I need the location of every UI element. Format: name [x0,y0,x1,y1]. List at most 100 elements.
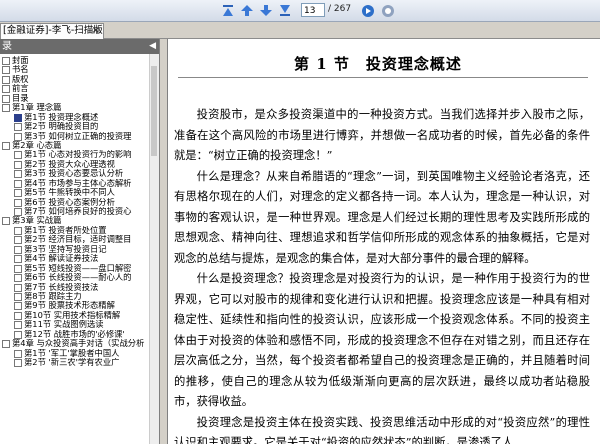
toc-item-icon [14,160,22,169]
toc-item-label: 第2节 投资大众心理透视 [24,159,115,169]
toc-item[interactable]: 版权 [0,75,150,84]
go-page-icon[interactable] [360,3,376,18]
toc-item[interactable]: 第3章 实战篇 [0,216,150,226]
page-body: 投资股市，是众多投资渠道中的一种投资方式。当我们选择并步入股市之际，准备在这个高… [174,105,590,444]
toc-item[interactable]: 第9节 股票技术形态精解 [0,301,150,311]
previous-page-icon[interactable] [239,3,255,18]
body-paragraph: 投资股市，是众多投资渠道中的一种投资方式。当我们选择并步入股市之际，准备在这个高… [174,108,590,162]
toc-item-icon [14,283,22,292]
toc-item[interactable]: 第1节 '军工'掌股者中国人 [0,349,150,358]
toc-item-label: 书名 [12,65,29,75]
document-tab-bar: [金融证券]-李飞-扫描版 × [0,22,600,39]
document-tab[interactable]: [金融证券]-李飞-扫描版 × [0,23,104,39]
toc-item-label: 第2节 明确投资目的 [24,122,99,132]
sidebar-splitter[interactable] [160,39,168,444]
collapse-sidebar-icon[interactable]: ◀ [149,39,156,54]
toc-item-label: 封面 [12,56,29,65]
toc-item-icon [14,302,22,311]
toc-item[interactable]: 第2节 明确投资目的 [0,122,150,132]
toc-sidebar: 录 ◀ 封面 书名 版权 前言 目录 第1章 理念篇 第1节 投资理念概述 第2节 明确投资目… [0,39,160,444]
toc-item-icon [14,113,22,122]
toc-item[interactable]: 第3节 如何树立正确的投资理 [0,132,150,141]
toc-item-icon [14,151,22,160]
toc-item[interactable]: 第7节 如何培养良好的投资心 [0,207,150,216]
page-total-label: / 267 [328,4,352,14]
toc-item-icon [14,321,22,330]
toc-item[interactable]: 第4节 解读证券技法 [0,254,150,264]
toc-item-label: 第9节 股票技术形态精解 [24,301,115,311]
toc-item-icon [14,170,22,179]
toc-item[interactable]: 第1节 投资者所处位置 [0,226,150,235]
toc-item-label: 第3节 投资心态要忌认分析 [24,169,124,179]
body-paragraph: 什么是投资理念？投资理念是对投资行为的认识，是一种作用于投资行为的世界观，它可以… [174,272,590,408]
toc-item[interactable]: 第2节 经济目标，适时调整目 [0,235,150,245]
toc-item[interactable]: 第10节 实用技术指标精解 [0,311,150,320]
toc-item[interactable]: 前言 [0,84,150,94]
toc-item-icon [14,349,22,358]
toc-item[interactable]: 第11节 实战图例选读 [0,320,150,330]
toc-item-label: 第3章 实战篇 [12,216,62,226]
toc-item[interactable]: 第1章 理念篇 [0,103,150,113]
body-paragraph: 什么是理念？从来自希腊语的“理念”一词，到英国唯物主义经验论者洛克，还有思格尔现… [174,169,590,265]
last-page-icon[interactable] [277,3,293,18]
toc-item[interactable]: 第4节 市场参与主体心态解析 [0,179,150,188]
toc-item[interactable]: 第2章 心态篇 [0,141,150,150]
toc-item[interactable]: 第5节 短线投资——盘口解密 [0,264,150,273]
toc-item-icon [2,104,10,113]
toc-item-icon [14,226,22,235]
toc-item-icon [14,208,22,216]
toc-item-icon [14,198,22,207]
zoom-icon[interactable] [380,3,396,18]
next-page-icon[interactable] [258,3,274,18]
navigation-toolbar: 13 / 267 [0,0,600,22]
toc-item[interactable]: 第1节 投资理念概述 [0,113,150,122]
toc-item-label: 第2节 经济目标，适时调整目 [24,235,132,245]
toc-item[interactable]: 第2节 投资大众心理透视 [0,160,150,169]
toc-item[interactable]: 第3节 投资心态要忌认分析 [0,169,150,179]
document-tab-title: [金融证券]-李飞-扫描版 [3,25,103,36]
toc-item[interactable]: 第6节 长线投资——耐心人的 [0,273,150,283]
toc-item-label: 第4章 与众投资高手对话（实战分析 [12,339,145,349]
toc-header: 录 ◀ [0,39,159,54]
toc-scrollbar-thumb[interactable] [151,66,157,156]
toc-item-label: 第3节 坚持写投资日记 [24,244,107,254]
toc-item-icon [2,75,10,84]
toc-item-label: 目录 [12,93,29,103]
toc-item[interactable]: 第12节 战胜市场的'必修课' [0,330,150,339]
title-divider [178,77,588,78]
toc-item-icon [14,292,22,301]
toc-item-label: 第1节 投资者所处位置 [24,225,107,235]
toc-item[interactable]: 第8节 跟踪主力 [0,292,150,301]
toc-item-label: 第10节 实用技术指标精解 [24,310,121,320]
toc-item-label: 第1节 '军工'掌股者中国人 [24,348,120,358]
toc-item-icon [14,189,22,198]
toc-item-label: 第1节 投资理念概述 [24,112,99,122]
toc-item[interactable]: 第6节 投资心态案例分析 [0,198,150,207]
toc-item[interactable]: 第3节 坚持写投资日记 [0,245,150,254]
toc-item-icon [2,85,10,94]
toc-item[interactable]: 目录 [0,94,150,103]
toc-scrollbar[interactable] [149,54,159,444]
toc-item[interactable]: 第5节 牛熊转换中不同人 [0,188,150,198]
toc-item-icon [14,179,22,188]
toc-item[interactable]: 第1节 心态对投资行为的影响 [0,150,150,160]
toc-item-label: 第4节 市场参与主体心态解析 [24,178,132,188]
toc-item-icon [14,311,22,320]
toc-item-icon [14,330,22,339]
toc-item[interactable]: 书名 [0,65,150,75]
page-number-input[interactable]: 13 [301,3,325,17]
toc-item-label: 版权 [12,74,29,84]
toc-item-label: 第7节 长线投资技法 [24,282,99,292]
toc-item-label: 第5节 牛熊转换中不同人 [24,188,115,198]
toc-item-icon [14,236,22,245]
toc-item-label: 第1章 理念篇 [12,103,62,113]
toc-item[interactable]: 第7节 长线投资技法 [0,283,150,292]
toc-item-label: 第2节 '新三农'学有农业广 [24,358,120,367]
toc-item[interactable]: 封面 [0,56,150,65]
toc-item[interactable]: 第2节 '新三农'学有农业广 [0,358,150,367]
close-tab-icon[interactable]: × [92,24,100,38]
first-page-icon[interactable] [220,3,236,18]
toc-item-icon [14,245,22,254]
toc-item-label: 第4节 解读证券技法 [24,254,99,264]
toc-item[interactable]: 第4章 与众投资高手对话（实战分析 [0,339,150,349]
